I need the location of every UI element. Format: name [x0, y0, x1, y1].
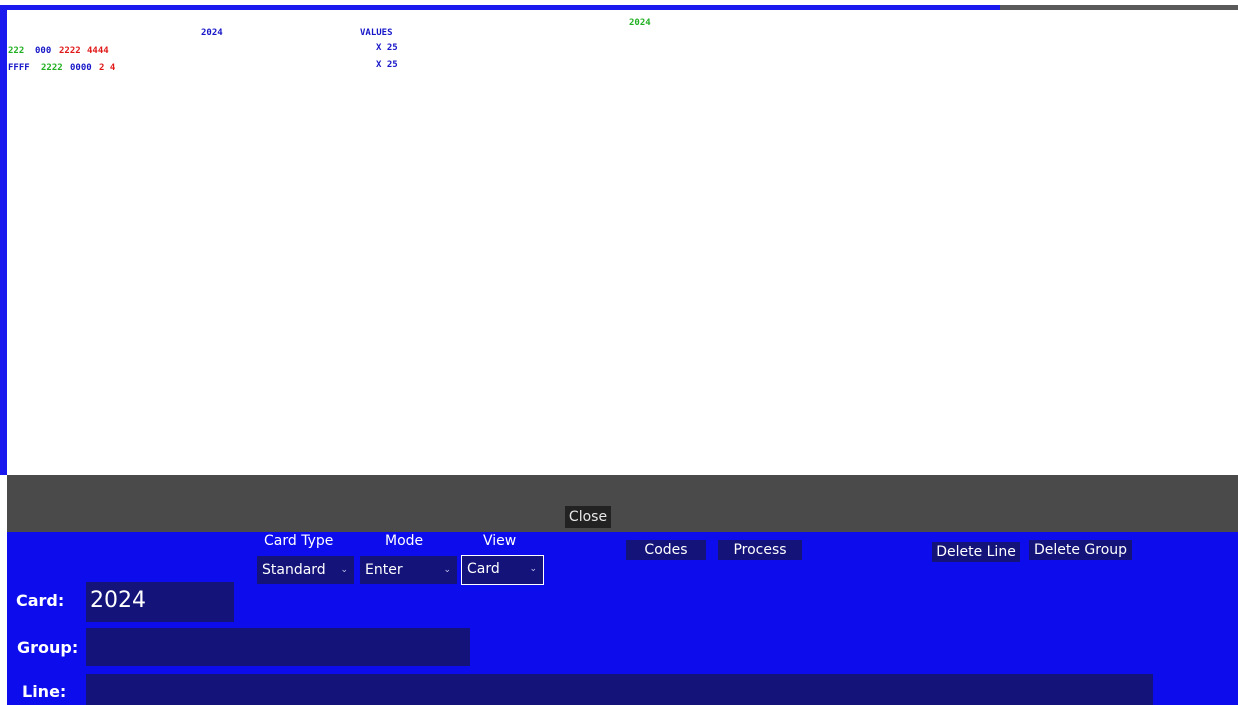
- line-input[interactable]: [86, 674, 1153, 705]
- row2-col-a: FFFF: [8, 63, 30, 73]
- group-input[interactable]: [86, 628, 470, 666]
- card-type-label: Card Type: [264, 533, 334, 549]
- row2-col-b: 2222: [41, 63, 63, 73]
- mode-value: Enter: [365, 562, 403, 578]
- control-panel: Card Type Mode View Standard ⌄ Enter ⌄ C…: [7, 532, 1238, 705]
- mode-select[interactable]: Enter ⌄: [360, 556, 457, 584]
- card-input[interactable]: 2024: [86, 582, 234, 622]
- divider-bar: [7, 475, 1238, 532]
- row2-col-c: 0000: [70, 63, 92, 73]
- chevron-down-icon: ⌄: [443, 565, 451, 575]
- row1-col-a: 222: [8, 46, 25, 56]
- row2-multiplier: X 25: [376, 60, 398, 70]
- card-input-value: 2024: [90, 588, 146, 613]
- delete-line-button[interactable]: Delete Line: [932, 542, 1020, 562]
- row1-col-c: 2222: [59, 46, 81, 56]
- output-area: 2024 VALUES 2024 222 000 2222 4444 X 25 …: [7, 10, 1238, 475]
- delete-group-button[interactable]: Delete Group: [1029, 540, 1132, 560]
- header-values: VALUES: [360, 28, 393, 38]
- card-type-select[interactable]: Standard ⌄: [257, 556, 354, 584]
- process-button[interactable]: Process: [718, 540, 802, 560]
- header-year-right: 2024: [629, 18, 651, 28]
- view-value: Card: [467, 561, 500, 577]
- card-field-label: Card:: [16, 591, 65, 610]
- row1-col-b: 000: [35, 46, 52, 56]
- left-border: [0, 10, 7, 475]
- chevron-down-icon: ⌄: [529, 564, 537, 574]
- close-button[interactable]: Close: [565, 506, 611, 528]
- mode-label: Mode: [385, 533, 424, 549]
- right-edge: [1230, 532, 1238, 705]
- header-year: 2024: [201, 28, 223, 38]
- line-field-label: Line:: [22, 682, 67, 701]
- row1-col-d: 4444: [87, 46, 109, 56]
- view-select[interactable]: Card ⌄: [461, 555, 544, 585]
- row2-col-d: 2 4: [99, 63, 116, 73]
- card-type-value: Standard: [262, 562, 326, 578]
- codes-button[interactable]: Codes: [626, 540, 706, 560]
- chevron-down-icon: ⌄: [340, 565, 348, 575]
- row1-multiplier: X 25: [376, 43, 398, 53]
- group-field-label: Group:: [17, 638, 79, 657]
- view-label: View: [483, 533, 517, 549]
